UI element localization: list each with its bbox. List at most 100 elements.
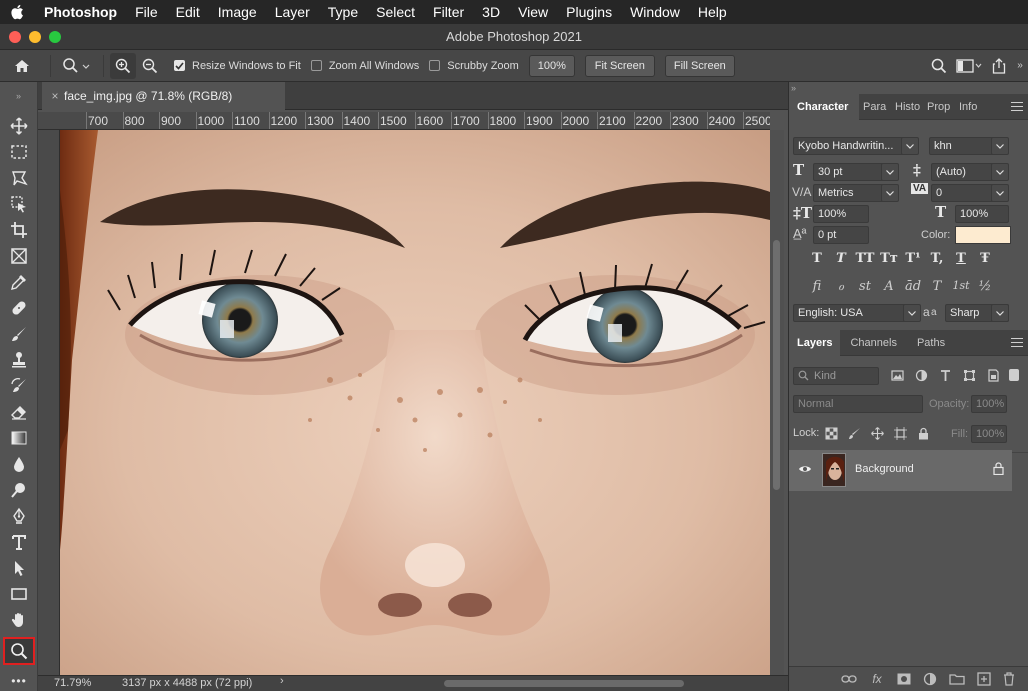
edit-toolbar-icon[interactable]: ••• — [6, 669, 32, 691]
layer-row-background[interactable]: Background — [789, 450, 1012, 491]
ligatures-button[interactable]: ﬁ — [805, 279, 829, 294]
alternates-button[interactable]: ℴ — [829, 279, 853, 294]
tab-info[interactable]: Info — [955, 94, 987, 120]
gradient-tool-icon[interactable] — [6, 426, 32, 450]
link-layers-icon[interactable] — [841, 673, 857, 685]
ordinal-1st-button[interactable]: 1st — [949, 279, 973, 294]
rectangle-tool-icon[interactable] — [6, 582, 32, 606]
panel-menu-icon[interactable] — [1011, 338, 1023, 348]
tools-collapse-icon[interactable]: » — [0, 82, 37, 110]
fit-screen-button[interactable]: Fit Screen — [584, 54, 655, 77]
document-canvas[interactable] — [60, 130, 770, 675]
chevron-down-icon[interactable] — [991, 304, 1009, 322]
zoom-in-icon[interactable] — [110, 52, 136, 79]
superscript-button[interactable]: T¹ — [901, 251, 925, 266]
lock-artboard-icon[interactable] — [894, 427, 907, 440]
tab-paragraph[interactable]: Para — [859, 94, 891, 120]
all-caps-button[interactable]: TT — [853, 251, 877, 266]
marquee-tool-icon[interactable] — [6, 140, 32, 164]
filter-shape-icon[interactable] — [963, 369, 976, 382]
filter-pixel-icon[interactable] — [891, 369, 904, 382]
text-color-swatch[interactable] — [955, 226, 1011, 244]
menu-file[interactable]: File — [126, 0, 167, 24]
menu-image[interactable]: Image — [209, 0, 266, 24]
pen-tool-icon[interactable] — [6, 504, 32, 528]
eraser-tool-icon[interactable] — [6, 400, 32, 424]
frame-tool-icon[interactable] — [6, 244, 32, 268]
hand-tool-icon[interactable] — [6, 608, 32, 632]
path-selection-tool-icon[interactable] — [6, 556, 32, 580]
tab-layers[interactable]: Layers — [789, 329, 841, 356]
chevron-down-icon[interactable] — [991, 137, 1009, 155]
healing-brush-tool-icon[interactable] — [6, 296, 32, 320]
menu-3d[interactable]: 3D — [473, 0, 509, 24]
fill-screen-button[interactable]: Fill Screen — [664, 54, 735, 77]
document-tab[interactable]: × face_img.jpg @ 71.8% (RGB/8) — [42, 82, 285, 110]
move-tool-icon[interactable] — [6, 114, 32, 138]
lasso-tool-icon[interactable] — [6, 166, 32, 190]
layer-style-fx-icon[interactable]: fx — [869, 672, 885, 686]
ordinals-button[interactable]: T — [925, 279, 949, 294]
menu-plugins[interactable]: Plugins — [557, 0, 621, 24]
horizontal-scroll-thumb[interactable] — [444, 680, 684, 687]
font-size-field[interactable]: 30 pt — [813, 163, 887, 181]
add-mask-icon[interactable] — [897, 673, 911, 685]
chevron-down-icon[interactable] — [903, 304, 921, 322]
type-tool-icon[interactable] — [6, 530, 32, 554]
menu-edit[interactable]: Edit — [167, 0, 209, 24]
titling-button[interactable]: ād — [901, 279, 925, 294]
new-layer-icon[interactable] — [977, 672, 991, 686]
filter-toggle-icon[interactable] — [1009, 369, 1019, 381]
menu-view[interactable]: View — [509, 0, 557, 24]
fill-field[interactable]: 100% — [971, 425, 1007, 443]
underline-button[interactable]: T — [949, 251, 973, 266]
chevron-down-icon[interactable] — [991, 163, 1009, 181]
vertical-scale-field[interactable]: 100% — [813, 205, 869, 223]
brush-tool-icon[interactable] — [6, 322, 32, 346]
delete-layer-icon[interactable] — [1003, 672, 1015, 686]
ruler-origin[interactable] — [38, 112, 60, 130]
kerning-select[interactable]: Metrics — [813, 184, 887, 202]
horizontal-scale-field[interactable]: 100% — [955, 205, 1009, 223]
strikethrough-button[interactable]: Ŧ — [973, 251, 997, 266]
menu-type[interactable]: Type — [319, 0, 367, 24]
font-style-select[interactable]: khn — [929, 137, 999, 155]
crop-tool-icon[interactable] — [6, 218, 32, 242]
leading-field[interactable]: (Auto) — [931, 163, 999, 181]
vertical-scrollbar[interactable] — [770, 130, 784, 675]
filter-type-icon[interactable] — [939, 369, 952, 382]
menu-help[interactable]: Help — [689, 0, 736, 24]
tab-paths[interactable]: Paths — [907, 330, 955, 356]
status-menu-chevron-icon[interactable]: › — [280, 675, 284, 687]
baseline-shift-field[interactable]: 0 pt — [813, 226, 869, 244]
tab-channels[interactable]: Channels — [840, 330, 906, 356]
search-icon[interactable] — [926, 53, 952, 79]
history-brush-tool-icon[interactable] — [6, 374, 32, 398]
layer-lock-icon[interactable] — [993, 462, 1004, 475]
chevron-down-icon[interactable] — [901, 137, 919, 155]
resize-windows-checkbox[interactable]: Resize Windows to Fit — [174, 60, 301, 72]
eyedropper-tool-icon[interactable] — [6, 270, 32, 294]
chevron-down-icon[interactable] — [991, 184, 1009, 202]
blend-mode-select[interactable]: Normal — [793, 395, 923, 413]
chevron-down-icon[interactable] — [881, 184, 899, 202]
tracking-field[interactable]: 0 — [931, 184, 999, 202]
zoom-all-windows-checkbox[interactable]: Zoom All Windows — [310, 60, 419, 72]
small-caps-button[interactable]: Tт — [877, 251, 901, 266]
subscript-button[interactable]: T, — [925, 251, 949, 266]
language-select[interactable]: English: USA — [793, 304, 911, 322]
apple-menu-icon[interactable] — [0, 0, 34, 24]
document-info[interactable]: 3137 px x 4488 px (72 ppi) — [122, 677, 252, 689]
fractions-button[interactable]: ½ — [973, 279, 997, 294]
zoom-100-button[interactable]: 100% — [528, 54, 575, 77]
scroll-thumb[interactable] — [773, 240, 780, 490]
options-overflow-icon[interactable]: » — [1012, 53, 1028, 79]
zoom-out-icon[interactable] — [136, 53, 164, 79]
menu-layer[interactable]: Layer — [266, 0, 319, 24]
menu-filter[interactable]: Filter — [424, 0, 473, 24]
zoom-tool[interactable] — [3, 637, 35, 665]
panel-menu-icon[interactable] — [1011, 102, 1023, 112]
opacity-field[interactable]: 100% — [971, 395, 1007, 413]
faux-bold-button[interactable]: T — [805, 251, 829, 266]
tab-properties[interactable]: Prop — [923, 94, 955, 120]
